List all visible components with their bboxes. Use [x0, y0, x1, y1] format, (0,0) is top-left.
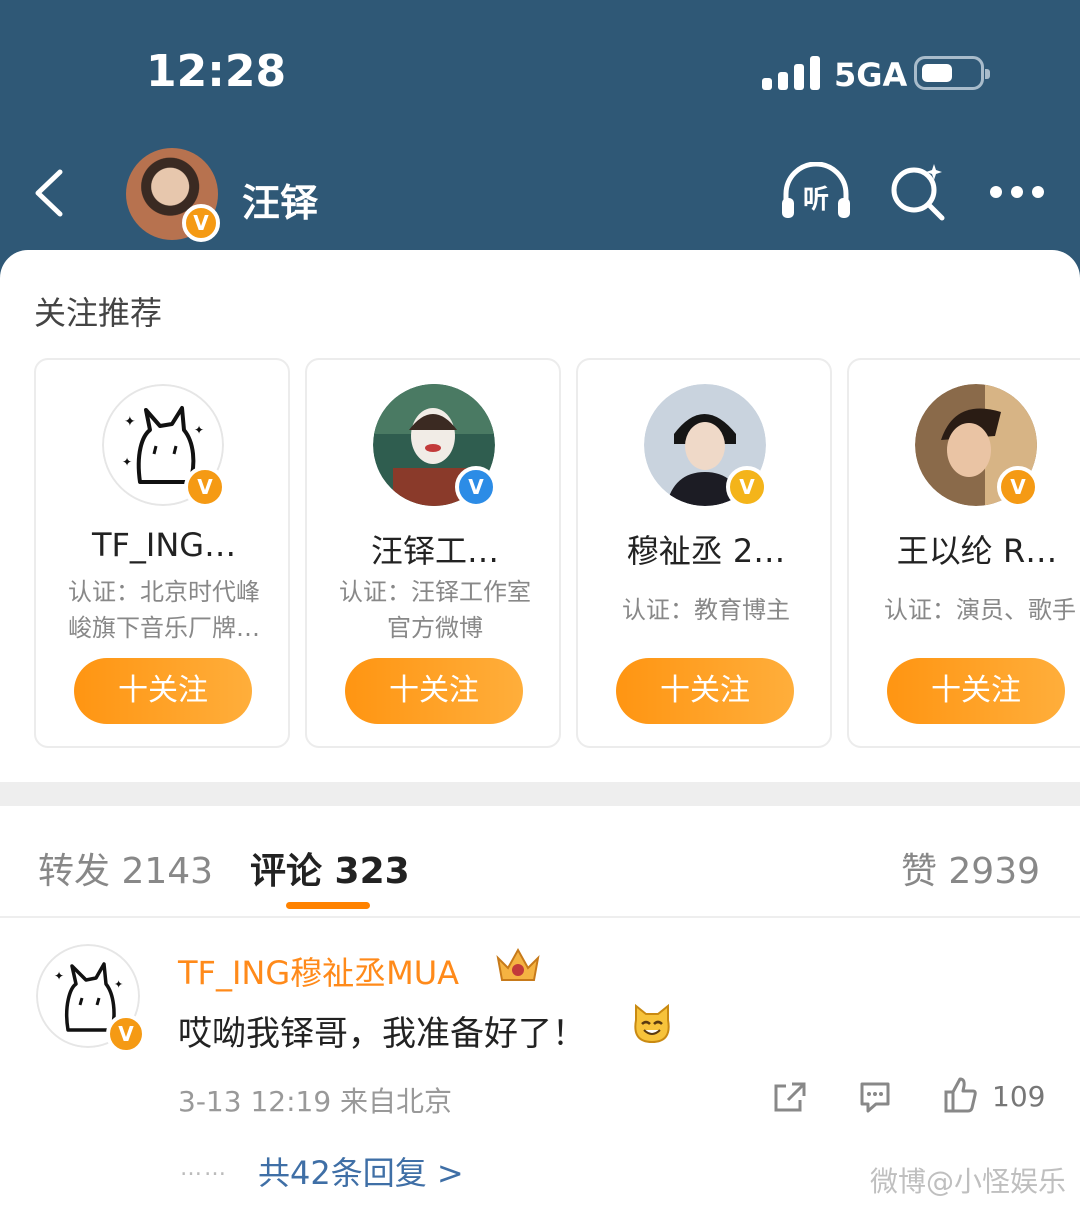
- svg-text:✦: ✦: [194, 423, 204, 437]
- svg-text:✦: ✦: [114, 978, 123, 991]
- verified-badge-icon: V: [455, 466, 497, 508]
- recommend-desc: 官方微博: [387, 614, 483, 642]
- recommend-desc: 认证：演员、歌手: [884, 596, 1076, 624]
- svg-text:✦: ✦: [54, 969, 64, 983]
- recommend-desc: 认证：教育博主: [622, 596, 790, 624]
- recommend-name: 王以纶 R…: [896, 532, 1058, 570]
- watermark: 微博@小怪娱乐: [869, 1165, 1066, 1198]
- svg-text:听: 听: [803, 185, 829, 215]
- verified-badge-icon: V: [997, 466, 1039, 508]
- comment-meta: 3-13 12:19 来自北京: [178, 1085, 453, 1118]
- comment-text: 哎呦我铎哥，我准备好了！: [178, 1014, 586, 1054]
- verified-badge-icon: V: [726, 466, 768, 508]
- recommend-card[interactable]: V 王以纶 R… 认证：演员、歌手 十关注: [847, 358, 1080, 748]
- battery-icon: [914, 56, 990, 90]
- page-title: 汪铎: [242, 181, 319, 225]
- recommend-name: TF_ING…: [91, 526, 237, 564]
- network-label: 5GA: [834, 56, 908, 94]
- tab-comment[interactable]: 评论 323: [250, 842, 410, 894]
- top-header: 12:28 5GA V 汪铎 听: [0, 0, 1080, 290]
- search-icon[interactable]: [886, 160, 948, 222]
- verified-badge-icon: V: [182, 204, 220, 242]
- verified-badge-icon: V: [106, 1014, 146, 1054]
- verified-badge-icon: V: [184, 466, 226, 508]
- comment-icon[interactable]: [858, 1080, 892, 1114]
- follow-button[interactable]: 十关注: [616, 658, 794, 724]
- recommend-desc: 认证：汪铎工作室: [339, 578, 531, 606]
- recommend-desc: 认证：北京时代峰: [68, 578, 260, 606]
- share-icon[interactable]: [772, 1080, 808, 1114]
- follow-button[interactable]: 十关注: [74, 658, 252, 724]
- replies-dots: ……: [180, 1156, 228, 1181]
- comment-username[interactable]: TF_ING穆祉丞MUA: [178, 948, 459, 994]
- recommend-desc: 峻旗下音乐厂牌…: [68, 614, 260, 642]
- follow-button[interactable]: 十关注: [345, 658, 523, 724]
- listen-icon[interactable]: 听: [778, 162, 854, 222]
- active-tab-indicator: [286, 902, 370, 909]
- tab-repost[interactable]: 转发 2143: [38, 842, 213, 894]
- cat-emoji-icon: [634, 1003, 670, 1044]
- section-title: 关注推荐: [34, 294, 163, 332]
- status-time: 12:28: [146, 46, 287, 97]
- recommend-card[interactable]: V 穆祉丞 2… 认证：教育博主 十关注: [576, 358, 832, 748]
- back-icon[interactable]: [30, 168, 80, 218]
- recommend-card[interactable]: V 汪铎工… 认证：汪铎工作室 官方微博 十关注: [305, 358, 561, 748]
- recommend-name: 穆祉丞 2…: [626, 532, 786, 570]
- svg-text:✦: ✦: [124, 414, 136, 430]
- divider: [0, 916, 1080, 918]
- more-icon[interactable]: [990, 186, 1046, 200]
- like-count: 109: [992, 1080, 1046, 1113]
- recommend-name: 汪铎工…: [370, 532, 499, 570]
- signal-icon: [762, 56, 820, 90]
- follow-button[interactable]: 十关注: [887, 658, 1065, 724]
- svg-text:✦: ✦: [122, 455, 132, 469]
- view-replies-link[interactable]: 共42条回复 >: [258, 1148, 464, 1194]
- crown-icon: [496, 947, 540, 981]
- like-icon[interactable]: [942, 1076, 978, 1114]
- tab-like[interactable]: 赞 2939: [901, 842, 1040, 894]
- recommend-card[interactable]: ✦ ✦ ✦ V TF_ING… 认证：北京时代峰 峻旗下音乐厂牌… 十关注: [34, 358, 290, 748]
- section-divider: [0, 782, 1080, 806]
